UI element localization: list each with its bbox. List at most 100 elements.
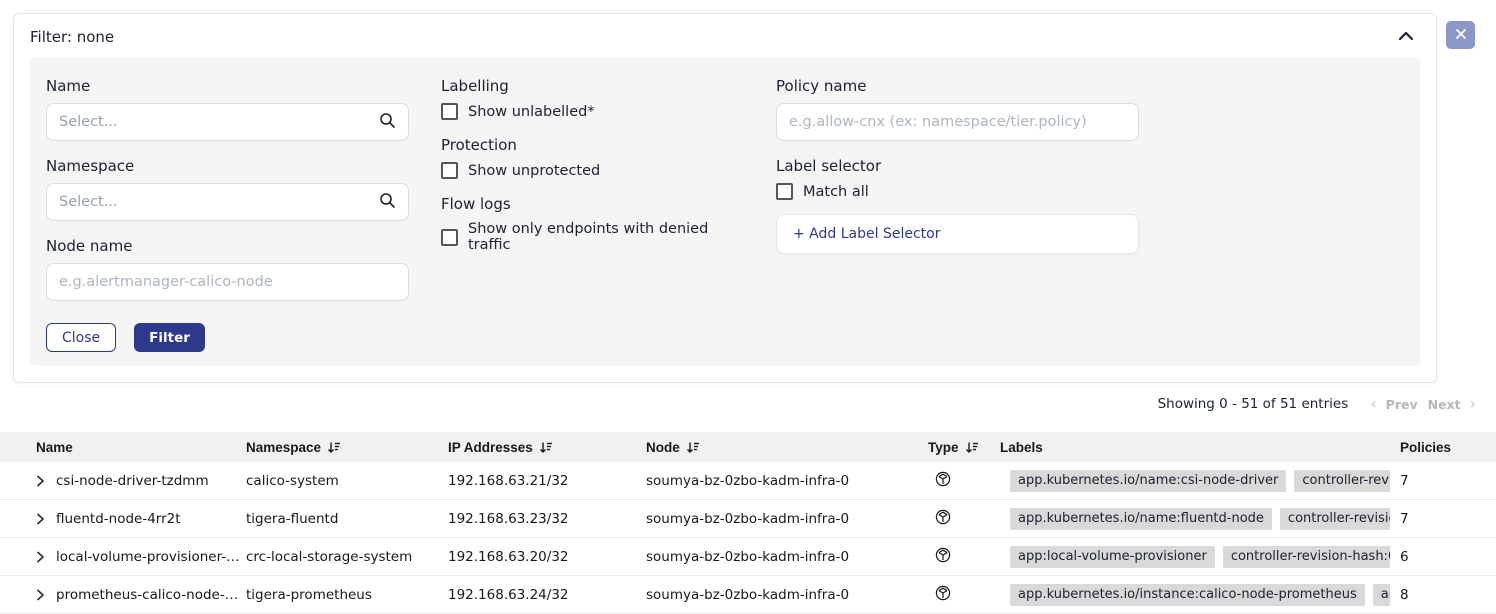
filter-column-right: Policy name Label selector Match all + A… bbox=[776, 77, 1139, 352]
filter-panel: Filter: none Name Namespace bbox=[13, 13, 1437, 383]
workload-endpoint-icon bbox=[935, 471, 951, 491]
endpoint-name[interactable]: prometheus-calico-node-… bbox=[56, 587, 238, 603]
endpoint-namespace: tigera-prometheus bbox=[246, 587, 448, 603]
workload-endpoint-icon bbox=[935, 547, 951, 567]
node-name-field[interactable] bbox=[46, 263, 409, 301]
policy-name-field[interactable] bbox=[776, 103, 1139, 141]
label-selector-section-label: Label selector bbox=[776, 157, 1139, 175]
expand-row-icon[interactable] bbox=[36, 551, 45, 563]
search-icon bbox=[379, 112, 396, 133]
endpoint-namespace: calico-system bbox=[246, 473, 448, 489]
close-button[interactable]: Close bbox=[46, 323, 116, 352]
endpoint-name[interactable]: csi-node-driver-tzdmm bbox=[56, 473, 209, 489]
next-arrow-icon[interactable]: › bbox=[1466, 396, 1480, 412]
add-label-selector-button[interactable]: + Add Label Selector bbox=[776, 214, 1139, 254]
name-field-label: Name bbox=[46, 77, 409, 95]
show-unprotected-label: Show unprotected bbox=[468, 163, 600, 179]
filter-panel-title: Filter: none bbox=[30, 28, 114, 46]
table-header-row: Name Namespace IP Addresses Node Type bbox=[0, 432, 1496, 462]
denied-traffic-row: Show only endpoints with denied traffic bbox=[441, 221, 744, 253]
endpoint-namespace: crc-local-storage-system bbox=[246, 549, 448, 565]
match-all-label: Match all bbox=[803, 184, 869, 200]
show-unlabelled-checkbox[interactable] bbox=[441, 103, 458, 120]
sort-icon[interactable] bbox=[686, 441, 700, 454]
match-all-row: Match all bbox=[776, 183, 1139, 200]
show-unprotected-row: Show unprotected bbox=[441, 162, 744, 179]
label-chip: app.kubernetes.io/instance:calico-node-p… bbox=[1010, 584, 1365, 606]
table-row: csi-node-driver-tzdmm calico-system 192.… bbox=[0, 462, 1496, 500]
filter-panel-header: Filter: none bbox=[14, 14, 1436, 57]
filter-form: Name Namespace Node name Close Filt bbox=[30, 57, 1420, 366]
endpoint-ip: 192.168.63.21/32 bbox=[448, 473, 646, 489]
label-chip: app.kubernetes.io/name:csi-node-driver bbox=[1010, 470, 1286, 492]
policies-count: 6 bbox=[1390, 549, 1496, 565]
namespace-select[interactable] bbox=[46, 183, 409, 221]
column-header-type[interactable]: Type bbox=[928, 440, 1000, 455]
name-select[interactable] bbox=[46, 103, 409, 141]
endpoint-node: soumya-bz-0zbo-kadm-infra-0 bbox=[646, 587, 928, 603]
column-header-namespace[interactable]: Namespace bbox=[246, 440, 448, 455]
flow-logs-section-label: Flow logs bbox=[441, 195, 744, 213]
label-chip: controller-revisi… bbox=[1294, 470, 1390, 492]
endpoint-node: soumya-bz-0zbo-kadm-infra-0 bbox=[646, 473, 928, 489]
label-chip: controller-revision-… bbox=[1280, 508, 1390, 530]
endpoint-ip: 192.168.63.23/32 bbox=[448, 511, 646, 527]
endpoint-ip: 192.168.63.20/32 bbox=[448, 549, 646, 565]
table-row: fluentd-node-4rr2t tigera-fluentd 192.16… bbox=[0, 500, 1496, 538]
denied-traffic-checkbox[interactable] bbox=[441, 229, 458, 246]
show-unlabelled-label: Show unlabelled* bbox=[468, 104, 595, 120]
chevron-up-icon bbox=[1398, 29, 1414, 44]
filter-actions: Close Filter bbox=[46, 323, 409, 352]
table-row: prometheus-calico-node-… tigera-promethe… bbox=[0, 576, 1496, 614]
sort-icon[interactable] bbox=[327, 441, 341, 454]
endpoint-ip: 192.168.63.24/32 bbox=[448, 587, 646, 603]
endpoint-node: soumya-bz-0zbo-kadm-infra-0 bbox=[646, 511, 928, 527]
sort-icon[interactable] bbox=[965, 441, 979, 454]
endpoint-name[interactable]: local-volume-provisioner-… bbox=[56, 549, 240, 565]
show-unprotected-checkbox[interactable] bbox=[441, 162, 458, 179]
expand-row-icon[interactable] bbox=[36, 475, 45, 487]
namespace-field-label: Namespace bbox=[46, 157, 409, 175]
label-chip: app:local-volume-provisioner bbox=[1010, 546, 1215, 568]
endpoint-namespace: tigera-fluentd bbox=[246, 511, 448, 527]
label-chip: controller-revision-hash:65… bbox=[1223, 546, 1390, 568]
policies-count: 7 bbox=[1390, 473, 1496, 489]
column-header-node[interactable]: Node bbox=[646, 440, 928, 455]
endpoints-table: Name Namespace IP Addresses Node Type bbox=[0, 432, 1496, 614]
expand-row-icon[interactable] bbox=[36, 589, 45, 601]
labelling-section-label: Labelling bbox=[441, 77, 744, 95]
filter-column-left: Name Namespace Node name Close Filt bbox=[46, 77, 409, 352]
workload-endpoint-icon bbox=[935, 585, 951, 605]
namespace-select-input[interactable] bbox=[59, 194, 379, 210]
column-header-name: Name bbox=[0, 440, 246, 455]
filter-button[interactable]: Filter bbox=[134, 323, 205, 352]
search-icon bbox=[379, 192, 396, 213]
show-unlabelled-row: Show unlabelled* bbox=[441, 103, 744, 120]
policies-count: 8 bbox=[1390, 587, 1496, 603]
column-header-ip-addresses[interactable]: IP Addresses bbox=[448, 440, 646, 455]
column-header-policies: Policies bbox=[1390, 440, 1496, 455]
policy-name-input[interactable] bbox=[789, 114, 1126, 130]
panel-close-button[interactable] bbox=[1446, 21, 1475, 49]
column-header-labels: Labels bbox=[1000, 440, 1390, 455]
endpoint-node: soumya-bz-0zbo-kadm-infra-0 bbox=[646, 549, 928, 565]
next-button[interactable]: Next bbox=[1423, 397, 1466, 412]
filter-column-middle: Labelling Show unlabelled* Protection Sh… bbox=[441, 77, 744, 352]
policy-name-field-label: Policy name bbox=[776, 77, 1139, 95]
endpoint-name[interactable]: fluentd-node-4rr2t bbox=[56, 511, 181, 527]
sort-icon[interactable] bbox=[539, 441, 553, 454]
pagination: Showing 0 - 51 of 51 entries ‹ Prev Next… bbox=[1158, 396, 1480, 412]
protection-section-label: Protection bbox=[441, 136, 744, 154]
prev-button[interactable]: Prev bbox=[1381, 397, 1423, 412]
match-all-checkbox[interactable] bbox=[776, 183, 793, 200]
node-name-field-label: Node name bbox=[46, 237, 409, 255]
entries-summary: Showing 0 - 51 of 51 entries bbox=[1158, 396, 1349, 412]
label-chip: app.kubernetes.io/name:fluentd-node bbox=[1010, 508, 1272, 530]
denied-traffic-label: Show only endpoints with denied traffic bbox=[468, 221, 744, 253]
name-select-input[interactable] bbox=[59, 114, 379, 130]
expand-row-icon[interactable] bbox=[36, 513, 45, 525]
prev-arrow-icon[interactable]: ‹ bbox=[1366, 396, 1380, 412]
policies-count: 7 bbox=[1390, 511, 1496, 527]
node-name-input[interactable] bbox=[59, 274, 396, 290]
collapse-filter-button[interactable] bbox=[1396, 27, 1416, 46]
